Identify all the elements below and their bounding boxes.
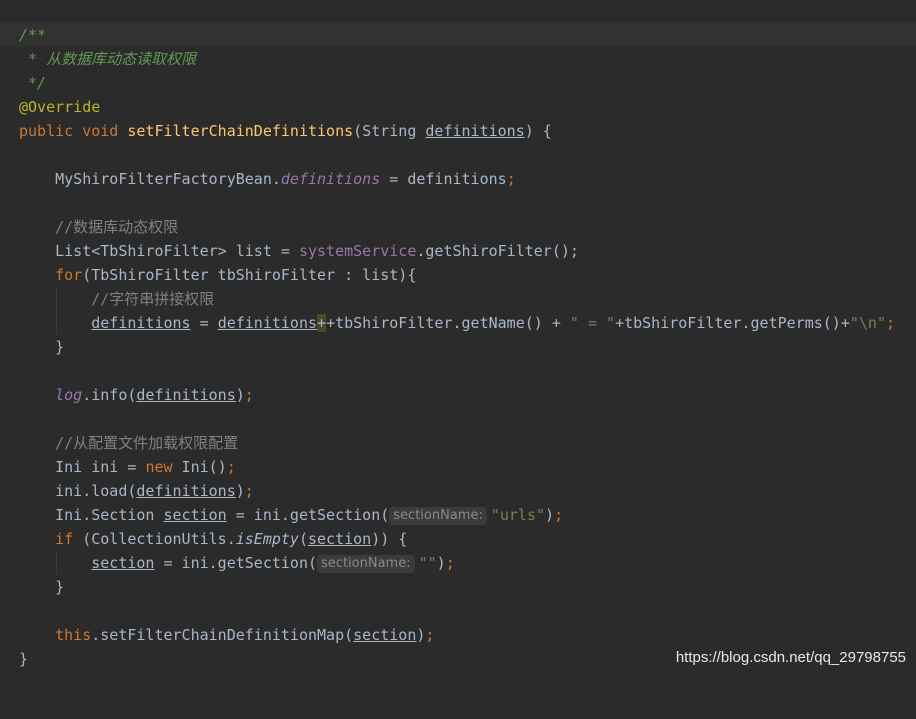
method-call: .setFilterChainDefinitionMap( — [91, 626, 354, 644]
type-ref: Ini.Section — [55, 506, 164, 524]
var-ref: definitions — [217, 314, 318, 332]
param-type: String — [362, 122, 417, 140]
var-ref: definitions — [91, 314, 191, 332]
code-line: if (CollectionUtils.isEmpty(section)) { — [55, 530, 408, 548]
parameter-hint: sectionName: — [389, 507, 487, 525]
var-ref: definitions — [136, 386, 236, 404]
keyword-void: void — [82, 122, 119, 140]
close-brace: } — [55, 578, 65, 596]
method-name: setFilterChainDefinitions — [127, 122, 354, 140]
var-section: section — [91, 554, 155, 572]
class-ref: MyShiroFilterFactoryBean — [55, 170, 272, 188]
var-section: section — [308, 530, 372, 548]
line-comment: //字符串拼接权限 — [91, 290, 215, 308]
code-line: this.setFilterChainDefinitionMap(section… — [55, 626, 435, 644]
string-literal: " = " — [569, 314, 616, 332]
code-editor[interactable]: /** * 从数据库动态读取权限 */ @Override public voi… — [0, 0, 916, 676]
code-line: Ini ini = new Ini(); — [55, 458, 236, 476]
string-literal: "" — [418, 554, 437, 572]
code-line: Ini.Section section = ini.getSection(sec… — [55, 506, 564, 525]
method-call: ini.load( — [55, 482, 137, 500]
var-ref: definitions — [407, 170, 507, 188]
line-comment: //数据库动态权限 — [55, 218, 179, 236]
close-brace: } — [19, 650, 29, 668]
code-line: //数据库动态权限 — [0, 215, 916, 239]
string-literal: "\n" — [849, 314, 886, 332]
code-line: MyShiroFilterFactoryBean.definitions = d… — [55, 170, 516, 188]
code-line: /** — [0, 23, 916, 47]
line-comment: //从配置文件加载权限配置 — [55, 434, 239, 452]
keyword-if: if — [55, 530, 74, 548]
var-ref: definitions — [136, 482, 236, 500]
keyword-for: for — [55, 266, 83, 284]
doc-comment-close: */ — [19, 74, 47, 92]
text-caret: + — [317, 314, 327, 332]
parameter-hint: sectionName: — [317, 555, 415, 573]
code-line: } — [0, 335, 916, 359]
static-field: definitions — [280, 170, 381, 188]
code-line: for(TbShiroFilter tbShiroFilter : list){ — [0, 263, 916, 287]
list-declaration: List<TbShiroFilter> list = — [55, 242, 299, 260]
code-line: List<TbShiroFilter> list = systemService… — [0, 239, 916, 263]
code-line: @Override — [0, 95, 916, 119]
constructor-call: Ini() — [172, 458, 227, 476]
code-line: public void setFilterChainDefinitions(St… — [19, 122, 552, 140]
doc-comment-open: /** — [19, 26, 47, 44]
indent-guide — [56, 287, 57, 335]
code-line: section = ini.getSection(sectionName: "")… — [91, 554, 455, 573]
code-line: log.info(definitions); — [55, 386, 254, 404]
expression: +tbShiroFilter.getName() + — [326, 314, 570, 332]
keyword-new: new — [145, 458, 173, 476]
code-line: } — [0, 575, 916, 599]
string-literal: "urls" — [490, 506, 546, 524]
service-field: systemService — [298, 242, 417, 260]
param-name: definitions — [425, 122, 525, 140]
method-call: .info( — [82, 386, 137, 404]
code-line: */ — [0, 71, 916, 95]
keyword-public: public — [19, 122, 74, 140]
for-header: (TbShiroFilter tbShiroFilter : list){ — [82, 266, 417, 284]
log-field: log — [55, 386, 83, 404]
method-call: = ini.getSection( — [226, 506, 390, 524]
method-call: = ini.getSection( — [154, 554, 318, 572]
indent-guide — [56, 551, 57, 575]
code-line: definitions = definitions++tbShiroFilter… — [91, 314, 896, 332]
code-line: //字符串拼接权限 — [0, 287, 916, 311]
doc-comment-text: * 从数据库动态读取权限 — [19, 50, 197, 68]
method-call: .getShiroFilter(); — [416, 242, 579, 260]
watermark: https://blog.csdn.net/qq_29798755 — [675, 649, 906, 666]
keyword-this: this — [55, 626, 92, 644]
close-brace: } — [55, 338, 65, 356]
if-header: (CollectionUtils. — [73, 530, 236, 548]
var-section: section — [163, 506, 227, 524]
code-line: //从配置文件加载权限配置 — [0, 431, 916, 455]
code-line: ini.load(definitions); — [55, 482, 254, 500]
override-annotation: @Override — [19, 98, 101, 116]
static-method: isEmpty — [235, 530, 299, 548]
expression: +tbShiroFilter.getPerms()+ — [615, 314, 850, 332]
code-line: * 从数据库动态读取权限 — [0, 47, 916, 71]
var-section: section — [353, 626, 417, 644]
ini-declaration: Ini ini = — [55, 458, 146, 476]
